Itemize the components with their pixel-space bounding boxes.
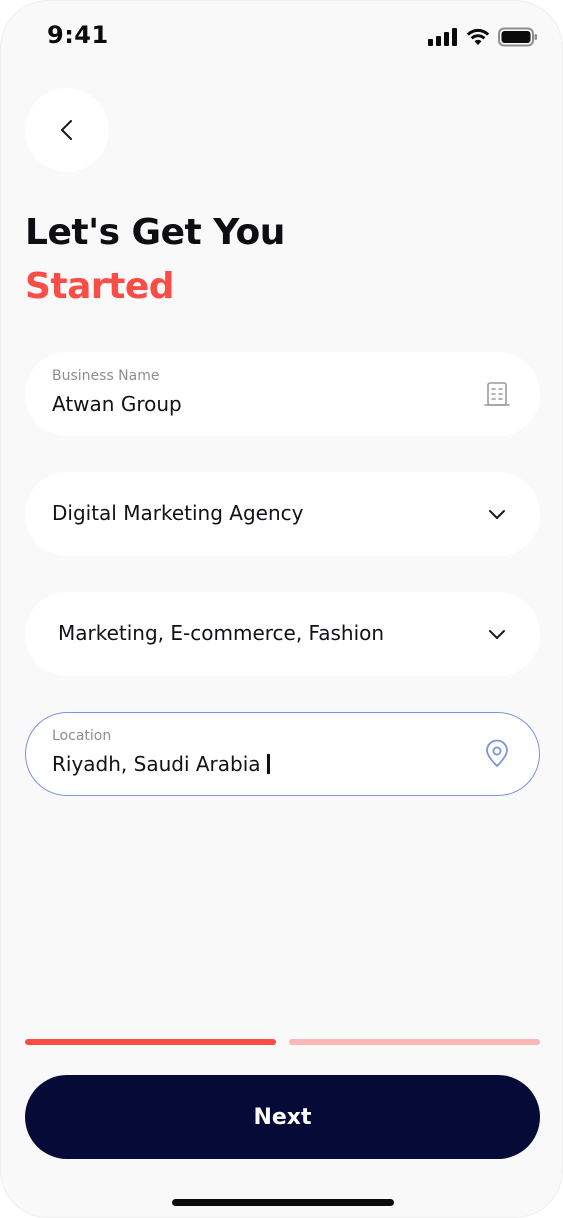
chevron-left-icon [61, 120, 72, 140]
business-type-value: Digital Marketing Agency [52, 501, 304, 525]
page-title: Let's Get You [25, 212, 285, 253]
status-icons [428, 27, 538, 47]
wifi-icon [466, 28, 490, 45]
progress-step-1 [25, 1039, 276, 1045]
business-name-value: Atwan Group [52, 392, 182, 416]
building-icon [484, 382, 510, 406]
location-value-text: Riyadh, Saudi Arabia [52, 752, 261, 776]
page-title-highlight: Started [25, 266, 175, 307]
text-caret [266, 754, 270, 774]
business-name-field[interactable]: Business Name Atwan Group [25, 352, 540, 436]
chevron-down-icon [489, 630, 505, 639]
location-field[interactable]: Location Riyadh, Saudi Arabia [25, 712, 540, 796]
signal-icon [428, 28, 457, 46]
industries-select[interactable]: Marketing, E-commerce, Fashion [25, 592, 540, 676]
business-type-select[interactable]: Digital Marketing Agency [25, 472, 540, 556]
back-button[interactable] [25, 88, 109, 172]
progress-step-2 [289, 1039, 540, 1045]
location-label: Location [52, 728, 112, 744]
business-name-label: Business Name [52, 368, 160, 384]
status-time: 9:41 [47, 21, 109, 49]
location-pin-icon [486, 739, 508, 767]
industries-value: Marketing, E-commerce, Fashion [58, 621, 385, 645]
home-indicator [172, 1199, 394, 1206]
chevron-down-icon [489, 510, 505, 519]
next-button[interactable]: Next [25, 1075, 540, 1159]
location-value: Riyadh, Saudi Arabia [52, 752, 270, 776]
battery-icon [498, 27, 537, 47]
phone-screen: 9:41 Let's Get You Started Business Name… [0, 0, 563, 1218]
